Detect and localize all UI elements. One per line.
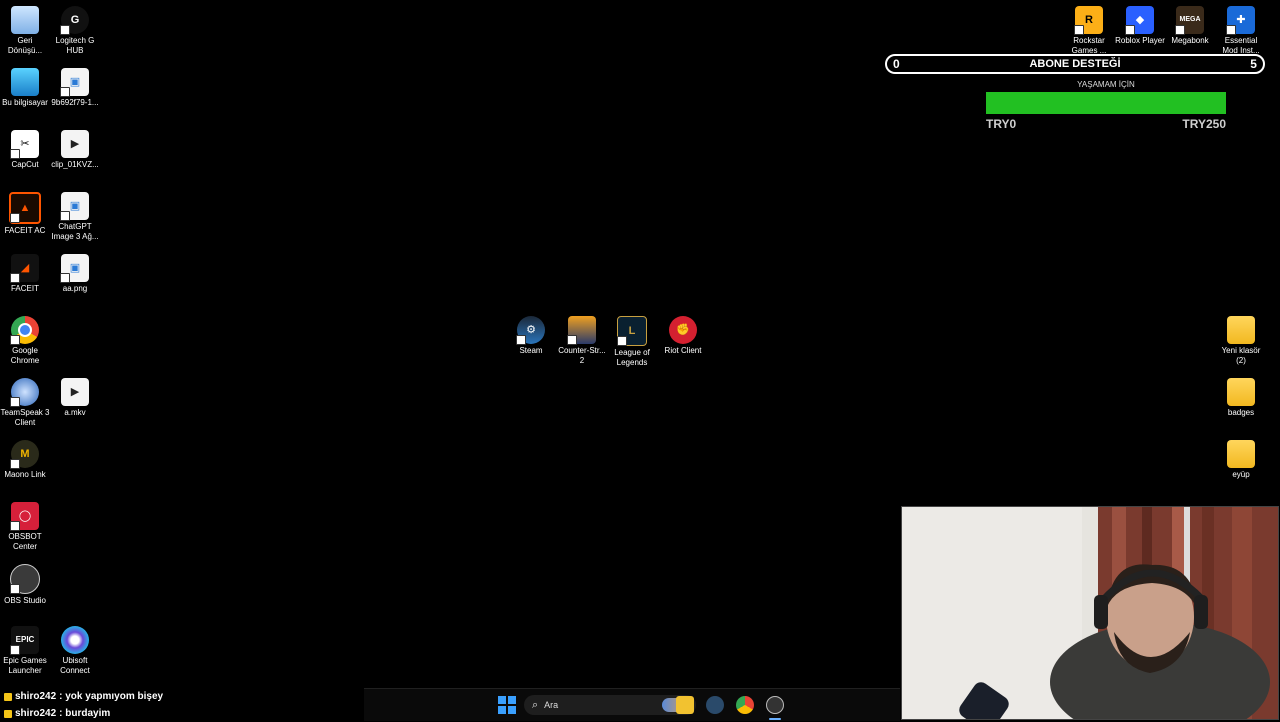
webcam-feed <box>901 506 1279 720</box>
desktop-icon-steam[interactable]: ⚙ Steam <box>506 316 556 356</box>
desktop-icon-maono-link[interactable]: M Maono Link <box>0 440 50 480</box>
chat-overlay: shiro242 : yok yapmıyom bişey shiro242 :… <box>4 688 163 722</box>
desktop-icon-epic-games[interactable]: EPIC Epic Games Launcher <box>0 626 50 676</box>
search-icon: ⌕ <box>532 698 539 711</box>
obsbot-icon: ◯ <box>10 502 39 531</box>
desktop-icon-ubisoft[interactable]: Ubisoft Connect <box>50 626 100 676</box>
league-of-legends-icon: L <box>617 316 647 346</box>
essential-mod-icon: ✚ <box>1226 6 1255 35</box>
desktop-icon-roblox[interactable]: ◆ Roblox Player <box>1115 6 1165 46</box>
desktop-icon-faceit-ac[interactable]: ▲ FACEIT AC <box>0 192 50 236</box>
folder-icon <box>1227 378 1255 406</box>
desktop-icon-league[interactable]: L League of Legends <box>607 316 657 368</box>
desktop-folder-eyup[interactable]: eyüp <box>1216 440 1266 480</box>
chrome-icon <box>10 316 39 345</box>
image-file-icon: ▣ <box>60 254 89 283</box>
desktop-icon-teamspeak[interactable]: TeamSpeak 3 Client <box>0 378 50 428</box>
search-placeholder: Ara <box>544 700 559 710</box>
faceit-ac-icon: ▲ <box>9 192 41 224</box>
taskbar: ⌕ Ara <box>364 688 900 721</box>
webcam-image <box>902 507 1278 719</box>
obs-taskbar-icon[interactable] <box>766 696 784 714</box>
this-pc-icon <box>11 68 39 96</box>
taskbar-search-box[interactable]: ⌕ Ara <box>524 695 696 715</box>
chat-message: shiro242 : yok yapmıyom bişey <box>4 688 163 705</box>
megabonk-icon: MEGA <box>1175 6 1204 35</box>
desktop-icon-this-pc[interactable]: Bu bilgisayar <box>0 68 50 108</box>
obs-icon <box>10 564 40 594</box>
teamspeak-icon <box>10 378 39 407</box>
desktop-icon-chrome[interactable]: Google Chrome <box>0 316 50 366</box>
desktop-icon-obs[interactable]: OBS Studio <box>0 564 50 606</box>
video-file-icon: ▶ <box>61 378 89 406</box>
capcut-icon: ✂ <box>10 130 39 159</box>
video-file-icon: ▶ <box>61 130 89 158</box>
desktop-icon-clip[interactable]: ▶ clip_01KVZ... <box>50 130 100 170</box>
recycle-bin-icon <box>11 6 39 34</box>
sub-goal-title: ABONE DESTEĞİ <box>1029 58 1121 70</box>
chat-text: : burdayim <box>59 708 111 719</box>
desktop-icon-image-9b692[interactable]: ▣ 9b692f79-1... <box>50 68 100 108</box>
desktop-icon-capcut[interactable]: ✂ CapCut <box>0 130 50 170</box>
sub-goal-count: 5 <box>1250 57 1257 71</box>
sub-current-count: 0 <box>893 57 900 71</box>
faceit-icon: ◢ <box>10 254 39 283</box>
chat-text: : yok yapmıyom bişey <box>59 691 164 702</box>
desktop-icon-counter-strike[interactable]: Counter-Str... 2 <box>557 316 607 366</box>
folder-icon <box>1227 440 1255 468</box>
rockstar-icon: R <box>1074 6 1103 35</box>
chat-username: shiro242 <box>15 691 57 702</box>
desktop-icon-obsbot[interactable]: ◯ OBSBOT Center <box>0 502 50 552</box>
donation-goal: YAŞAMAM İÇİN TRY0 TRY250 <box>986 80 1226 131</box>
image-file-icon: ▣ <box>60 192 89 221</box>
desktop-icon-faceit[interactable]: ◢ FACEIT <box>0 254 50 294</box>
folder-icon <box>1227 316 1255 344</box>
chrome-taskbar-icon[interactable] <box>736 696 754 714</box>
donation-goal-title: YAŞAMAM İÇİN <box>1077 80 1135 89</box>
desktop-icon-aa-png[interactable]: ▣ aa.png <box>50 254 100 294</box>
logitech-ghub-icon: G <box>60 6 89 35</box>
steam-taskbar-icon[interactable] <box>706 696 724 714</box>
ubisoft-icon <box>61 626 89 654</box>
windows-start-icon[interactable] <box>498 696 516 714</box>
desktop-icon-riot[interactable]: ✊ Riot Client <box>658 316 708 356</box>
maono-link-icon: M <box>10 440 39 469</box>
desktop-icon-essential[interactable]: ✚ Essential Mod Inst... <box>1216 6 1266 56</box>
desktop-icon-chatgpt-image[interactable]: ▣ ChatGPT Image 3 Ağ... <box>50 192 100 242</box>
desktop-folder-yeni-klasor[interactable]: Yeni klasör (2) <box>1216 316 1266 366</box>
desktop-icon-a-mkv[interactable]: ▶ a.mkv <box>50 378 100 418</box>
donation-goal-min: TRY0 <box>986 117 1017 131</box>
counter-strike-icon <box>567 316 596 345</box>
roblox-icon: ◆ <box>1125 6 1154 35</box>
chat-badge-icon <box>4 692 12 701</box>
desktop-icon-recycle-bin[interactable]: Geri Dönüşü... <box>0 6 50 56</box>
desktop-icon-megabonk[interactable]: MEGA Megabonk <box>1165 6 1215 46</box>
epic-games-icon: EPIC <box>10 626 39 655</box>
chat-username: shiro242 <box>15 708 57 719</box>
chat-message: shiro242 : burdayim <box>4 705 163 722</box>
desktop-folder-badges[interactable]: badges <box>1216 378 1266 418</box>
image-file-icon: ▣ <box>60 68 89 97</box>
steam-icon: ⚙ <box>516 316 545 345</box>
desktop-icon-logitech[interactable]: G Logitech G HUB <box>50 6 100 56</box>
desktop-icon-rockstar[interactable]: R Rockstar Games ... <box>1064 6 1114 56</box>
file-explorer-icon[interactable] <box>676 696 694 714</box>
chat-badge-icon <box>4 709 12 718</box>
donation-goal-max: TRY250 <box>1182 117 1226 131</box>
riot-client-icon: ✊ <box>669 316 697 344</box>
subscriber-goal-bar: 0 ABONE DESTEĞİ 5 <box>885 54 1265 74</box>
donation-goal-progress-bar <box>986 92 1226 114</box>
